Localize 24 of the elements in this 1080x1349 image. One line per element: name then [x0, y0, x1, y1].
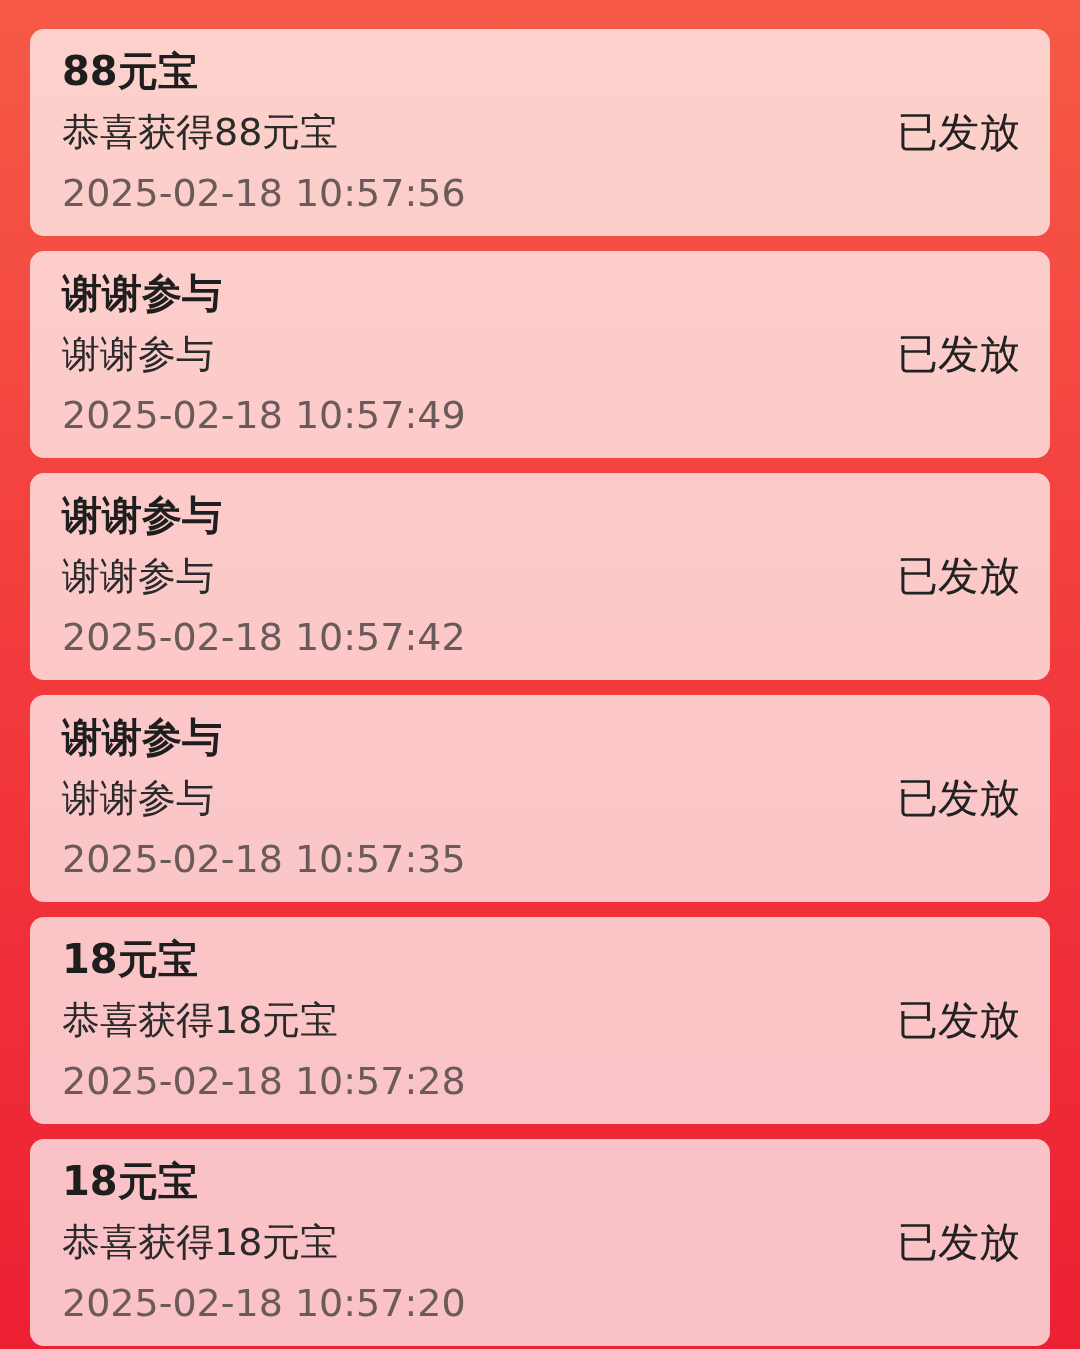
record-title: 谢谢参与	[62, 491, 223, 540]
record-description: 谢谢参与	[62, 331, 215, 378]
record-time: 2025-02-18 10:57:42	[62, 614, 466, 661]
record-title: 18元宝	[62, 1157, 199, 1206]
record-status: 已发放	[897, 1217, 1020, 1268]
record-time: 2025-02-18 10:57:56	[62, 170, 466, 217]
record-description: 恭喜获得18元宝	[62, 1219, 340, 1266]
record-description: 恭喜获得18元宝	[62, 997, 340, 1044]
record-status: 已发放	[897, 107, 1020, 158]
record-time: 2025-02-18 10:57:28	[62, 1058, 466, 1105]
record-title: 18元宝	[62, 935, 199, 984]
record-status: 已发放	[897, 773, 1020, 824]
record-time: 2025-02-18 10:57:35	[62, 836, 466, 883]
record-description: 恭喜获得88元宝	[62, 109, 340, 156]
record-description: 谢谢参与	[62, 775, 215, 822]
record-title: 88元宝	[62, 47, 199, 96]
record-time: 2025-02-18 10:57:49	[62, 392, 466, 439]
record-title: 谢谢参与	[62, 269, 223, 318]
record-status: 已发放	[897, 329, 1020, 380]
record-time: 2025-02-18 10:57:20	[62, 1280, 466, 1327]
record-status: 已发放	[897, 551, 1020, 602]
record-description: 谢谢参与	[62, 553, 215, 600]
record-title: 谢谢参与	[62, 713, 223, 762]
record-status: 已发放	[897, 995, 1020, 1046]
